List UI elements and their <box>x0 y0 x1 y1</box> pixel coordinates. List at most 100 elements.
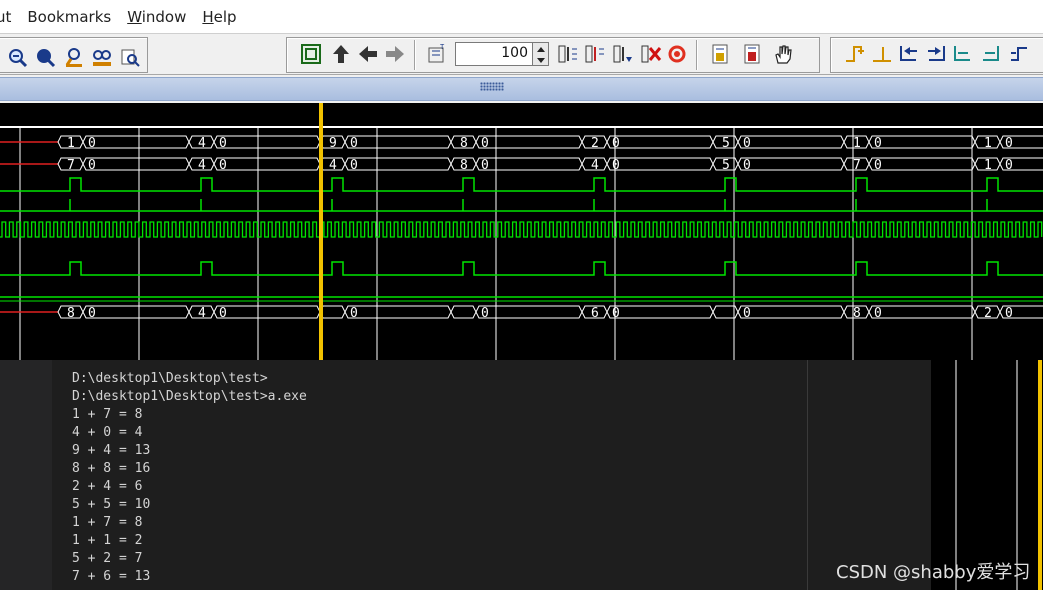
bus-value: 1 <box>853 136 861 151</box>
wave-copy-icon[interactable] <box>710 43 732 65</box>
pulse-signal <box>0 177 1043 192</box>
zoom-value-input[interactable]: 100 <box>455 42 533 66</box>
bus-value: 0 <box>88 306 96 321</box>
bus-value: 8 <box>853 306 861 321</box>
bus-segment-outline <box>843 135 976 149</box>
edge-any-icon[interactable] <box>1008 43 1030 65</box>
marker-delete-icon[interactable] <box>640 43 662 65</box>
bus-value: 0 <box>219 136 227 151</box>
bus-value: 1 <box>984 158 992 173</box>
menu-bookmarks[interactable]: Bookmarks <box>19 8 119 26</box>
menu-bar: ut Bookmarks Window Help <box>0 0 1043 33</box>
zoom-fit-icon[interactable] <box>35 47 57 69</box>
bus-segment-outline <box>319 135 452 149</box>
hand-icon[interactable] <box>772 43 794 65</box>
bus-segment-outline <box>712 135 845 149</box>
right-wave-pane <box>931 360 1043 590</box>
bus-value: 0 <box>350 158 358 173</box>
bus-segment-outline <box>319 305 452 319</box>
right-cursor-line <box>1038 360 1042 590</box>
edge-prev-icon[interactable] <box>898 43 920 65</box>
splitter-bar[interactable] <box>0 77 1043 101</box>
menu-help-label: elp <box>213 7 237 26</box>
marker-next-icon[interactable] <box>612 43 634 65</box>
clock-signal <box>0 221 1043 238</box>
bus-segment-outline <box>712 157 845 171</box>
console-line: 2 + 4 = 6 <box>72 479 143 494</box>
restart-icon[interactable] <box>666 43 688 65</box>
bus-segment-outline <box>57 305 190 319</box>
bus-value: 0 <box>219 306 227 321</box>
console-rule <box>807 360 808 590</box>
zoom-cursor-icon[interactable] <box>63 47 85 69</box>
bus-value: 1 <box>984 136 992 151</box>
pane-splitter[interactable] <box>0 75 1043 103</box>
console-line: 8 + 8 = 16 <box>72 461 151 476</box>
bus-value: 0 <box>350 136 358 151</box>
toolbar: T 100 <box>0 33 1043 75</box>
bus-value: 8 <box>460 136 468 151</box>
marker-add-icon[interactable] <box>557 43 579 65</box>
waveform-canvas[interactable]: 1 0 4 0 9 0 8 0 2 0 5 0 1 0 1 07 0 4 0 4 0 8 0 4 0 5 0 7 0 1 08 0 4 0 0 0 6 0… <box>0 103 1043 360</box>
unit-icon[interactable]: T <box>426 43 448 65</box>
bus-value: 0 <box>874 136 882 151</box>
toolbar-separator <box>414 40 416 70</box>
bus-value: 0 <box>481 158 489 173</box>
console-line: D:\desktop1\Desktop\test>a.exe <box>72 389 307 404</box>
edge-first-icon[interactable] <box>952 43 974 65</box>
console-line: 1 + 7 = 8 <box>72 407 143 422</box>
bus-segment-outline <box>450 135 583 149</box>
marker-list-icon[interactable] <box>584 43 606 65</box>
zoom-out-icon[interactable] <box>7 47 29 69</box>
menu-layout[interactable]: ut <box>0 8 19 26</box>
console-output: D:\desktop1\Desktop\test> D:\desktop1\Des… <box>72 370 307 586</box>
console-line: 1 + 7 = 8 <box>72 515 143 530</box>
bus-value: 8 <box>460 158 468 173</box>
bus-segment-outline <box>450 305 583 319</box>
bus-value: 8 <box>67 306 75 321</box>
bus-value: 5 <box>722 158 730 173</box>
watermark-text: CSDN @shabby爱学习 <box>836 562 1031 583</box>
bus-value: 0 <box>612 136 620 151</box>
zoom-spinner[interactable] <box>533 42 549 66</box>
bus-value: 5 <box>722 136 730 151</box>
bus-segment-outline <box>843 305 976 319</box>
waveform-view[interactable]: 1040908020501010704040804050701080400060… <box>0 103 1043 360</box>
arrow-right-icon[interactable] <box>384 43 406 65</box>
console-line: 5 + 2 = 7 <box>72 551 143 566</box>
menu-help[interactable]: Help <box>194 8 244 26</box>
console-line: 7 + 6 = 13 <box>72 569 151 584</box>
arrow-left-icon[interactable] <box>357 43 379 65</box>
spinner-arrows-icon <box>537 47 545 63</box>
menu-window-label: indow <box>141 7 187 26</box>
menu-bookmarks-label: Bookmarks <box>27 7 112 26</box>
menu-layout-label: ut <box>0 7 12 26</box>
bus-value: 0 <box>874 158 882 173</box>
find-icon[interactable] <box>119 47 141 69</box>
edge-last-icon[interactable] <box>979 43 1001 65</box>
bus-value: 2 <box>591 136 599 151</box>
toolbar-separator <box>696 40 698 70</box>
bus-value: 0 <box>874 306 882 321</box>
edge-fall-icon[interactable] <box>871 43 893 65</box>
bus-segment-outline <box>712 305 845 319</box>
edge-rise-icon[interactable] <box>844 43 866 65</box>
bus-value: 0 <box>481 136 489 151</box>
console-panel[interactable]: D:\desktop1\Desktop\test> D:\desktop1\Des… <box>0 360 931 590</box>
pulse-signal <box>0 261 1043 276</box>
console-line: 1 + 1 = 2 <box>72 533 143 548</box>
menu-window[interactable]: Window <box>119 8 194 26</box>
console-line: D:\desktop1\Desktop\test> <box>72 371 268 386</box>
splitter-grip-icon[interactable] <box>480 82 504 91</box>
bus-value: 2 <box>984 306 992 321</box>
bus-value: 0 <box>481 306 489 321</box>
bus-value: 0 <box>743 306 751 321</box>
arrow-up-icon[interactable] <box>330 43 352 65</box>
bus-value: 0 <box>88 136 96 151</box>
edge-next-icon[interactable] <box>925 43 947 65</box>
bus-value: 6 <box>591 306 599 321</box>
bus-segment-outline <box>188 305 321 319</box>
zoom-region-icon[interactable] <box>91 47 113 69</box>
wave-group-icon[interactable] <box>300 43 322 65</box>
wave-paste-icon[interactable] <box>742 43 764 65</box>
